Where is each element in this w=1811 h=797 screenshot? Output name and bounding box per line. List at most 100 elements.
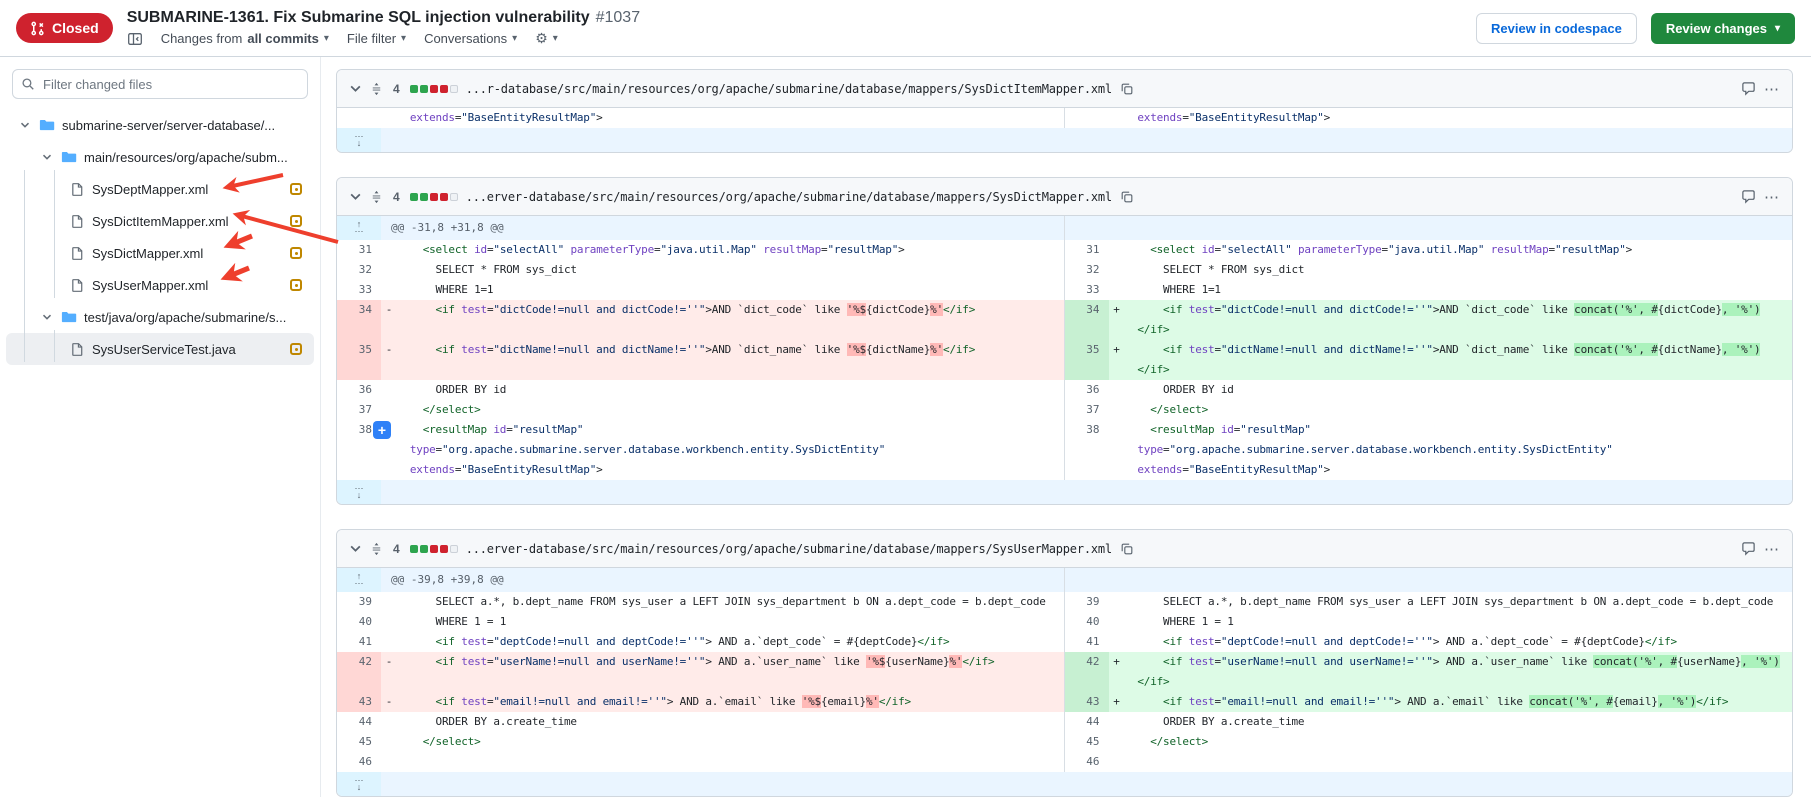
line-number[interactable]: 35: [1065, 340, 1109, 380]
comment-button[interactable]: [1741, 81, 1756, 96]
line-number[interactable]: 40: [337, 612, 381, 632]
expand-up-button[interactable]: ↑⋯: [337, 216, 381, 240]
copy-path-button[interactable]: [1120, 190, 1134, 204]
code-line: <if test="dictName!=null and dictName!='…: [1125, 340, 1793, 380]
line-number[interactable]: 37: [1065, 400, 1109, 420]
line-number[interactable]: 42: [337, 652, 381, 692]
diff-row: 37 </select>37 </select>: [337, 400, 1792, 420]
line-number[interactable]: 44: [1065, 712, 1109, 732]
conversations-dropdown[interactable]: Conversations ▾: [424, 31, 517, 46]
line-number[interactable]: 36: [337, 380, 381, 400]
line-number[interactable]: 33: [337, 280, 381, 300]
line-number[interactable]: 38+: [337, 420, 381, 480]
line-number[interactable]: 32: [1065, 260, 1109, 280]
drag-grip-icon[interactable]: [370, 82, 383, 96]
tree-folder-main-resources-org-apache-subm...[interactable]: main/resources/org/apache/subm...: [6, 141, 314, 173]
drag-grip-icon[interactable]: [370, 542, 383, 556]
drag-grip-icon[interactable]: [370, 190, 383, 204]
kebab-menu-icon[interactable]: ⋯: [1764, 188, 1780, 206]
line-number[interactable]: 32: [337, 260, 381, 280]
copy-path-button[interactable]: [1120, 82, 1134, 96]
line-number[interactable]: 37: [337, 400, 381, 420]
line-number[interactable]: 41: [337, 632, 381, 652]
line-number[interactable]: 42: [1065, 652, 1109, 692]
diff-sign: [381, 260, 397, 280]
changes-from-dropdown[interactable]: Changes from all commits ▾: [161, 31, 329, 46]
line-number[interactable]: 45: [1065, 732, 1109, 752]
diff-row: 46 46: [337, 752, 1792, 772]
filter-changed-files-input[interactable]: [12, 69, 308, 99]
caret-down-icon: ▾: [401, 33, 406, 44]
line-number[interactable]: 34: [337, 300, 381, 340]
folder-icon: [39, 117, 55, 133]
line-number[interactable]: 36: [1065, 380, 1109, 400]
line-number[interactable]: 33: [1065, 280, 1109, 300]
tree-folder-submarine-server-server-database-...[interactable]: submarine-server/server-database/...: [6, 109, 314, 141]
file-path[interactable]: ...erver-database/src/main/resources/org…: [466, 542, 1112, 556]
tree-item-label: main/resources/org/apache/subm...: [84, 150, 288, 165]
diff-settings-dropdown[interactable]: ⚙ ▾: [535, 30, 558, 47]
expand-up-button[interactable]: ↑⋯: [337, 568, 381, 592]
comment-button[interactable]: [1741, 541, 1756, 556]
code-line: ORDER BY id: [1125, 380, 1793, 400]
copy-path-button[interactable]: [1120, 542, 1134, 556]
collapse-file-button[interactable]: [349, 190, 362, 203]
tree-file-sysdictitemmapper.xml[interactable]: SysDictItemMapper.xml: [6, 205, 314, 237]
collapse-file-button[interactable]: [349, 542, 362, 555]
code-line: ORDER BY id: [397, 380, 1064, 400]
line-number[interactable]: 43: [337, 692, 381, 712]
line-number[interactable]: 31: [337, 240, 381, 260]
comment-icon: [1741, 189, 1756, 204]
line-number[interactable]: [337, 108, 381, 128]
review-in-codespace-button[interactable]: Review in codespace: [1476, 13, 1637, 44]
expand-down-button[interactable]: ⋯↓: [337, 128, 381, 152]
code-line: </select>: [1125, 400, 1793, 420]
tree-file-sysdeptmapper.xml[interactable]: SysDeptMapper.xml: [6, 173, 314, 205]
diffstat-square-add: [420, 545, 428, 553]
line-number[interactable]: 35: [337, 340, 381, 380]
comment-button[interactable]: [1741, 189, 1756, 204]
diff-cell: 33 WHERE 1=1: [337, 280, 1065, 300]
diff-row: 42- <if test="userName!=null and userNam…: [337, 652, 1792, 692]
line-number[interactable]: 44: [337, 712, 381, 732]
tree-file-sysdictmapper.xml[interactable]: SysDictMapper.xml: [6, 237, 314, 269]
file-filter-dropdown[interactable]: File filter ▾: [347, 31, 406, 46]
line-number[interactable]: 38: [1065, 420, 1109, 480]
pr-header: Closed SUBMARINE-1361. Fix Submarine SQL…: [0, 0, 1811, 57]
diff-sign: [1109, 380, 1125, 400]
kebab-menu-icon[interactable]: ⋯: [1764, 80, 1780, 98]
file-path[interactable]: ...r-database/src/main/resources/org/apa…: [466, 82, 1112, 96]
diff-sign: [381, 280, 397, 300]
line-number[interactable]: 39: [1065, 592, 1109, 612]
add-comment-button[interactable]: +: [373, 421, 391, 439]
line-number[interactable]: 39: [337, 592, 381, 612]
tree-file-sysusermapper.xml[interactable]: SysUserMapper.xml: [6, 269, 314, 301]
collapse-file-button[interactable]: [349, 82, 362, 95]
expand-down-button[interactable]: ⋯↓: [337, 480, 381, 504]
line-number[interactable]: 34: [1065, 300, 1109, 340]
tree-item-label: SysUserServiceTest.java: [92, 342, 236, 357]
chevron-down-icon: [349, 82, 362, 95]
tree-file-sysuserservicetest.java[interactable]: SysUserServiceTest.java: [6, 333, 314, 365]
pr-title-row: SUBMARINE-1361. Fix Submarine SQL inject…: [127, 9, 640, 27]
review-changes-button[interactable]: Review changes ▾: [1651, 13, 1795, 44]
line-number[interactable]: [1065, 108, 1109, 128]
line-number[interactable]: 40: [1065, 612, 1109, 632]
kebab-menu-icon[interactable]: ⋯: [1764, 540, 1780, 558]
expand-down-button[interactable]: ⋯↓: [337, 772, 381, 796]
tree-folder-test-java-org-apache-submarine-s...[interactable]: test/java/org/apache/submarine/s...: [6, 301, 314, 333]
diff-cell: 39 SELECT a.*, b.dept_name FROM sys_user…: [337, 592, 1065, 612]
sidebar-toggle-icon[interactable]: [127, 31, 143, 47]
line-number[interactable]: 46: [337, 752, 381, 772]
line-number[interactable]: 41: [1065, 632, 1109, 652]
diffstat-square-del: [430, 193, 438, 201]
line-number[interactable]: 46: [1065, 752, 1109, 772]
modified-status-icon: [290, 247, 302, 259]
code-line: </select>: [397, 732, 1064, 752]
code-line: WHERE 1=1: [397, 280, 1064, 300]
file-path[interactable]: ...erver-database/src/main/resources/org…: [466, 190, 1112, 204]
line-number[interactable]: 43: [1065, 692, 1109, 712]
line-number[interactable]: 45: [337, 732, 381, 752]
line-number[interactable]: 31: [1065, 240, 1109, 260]
tree-indent-guide: [54, 330, 55, 362]
